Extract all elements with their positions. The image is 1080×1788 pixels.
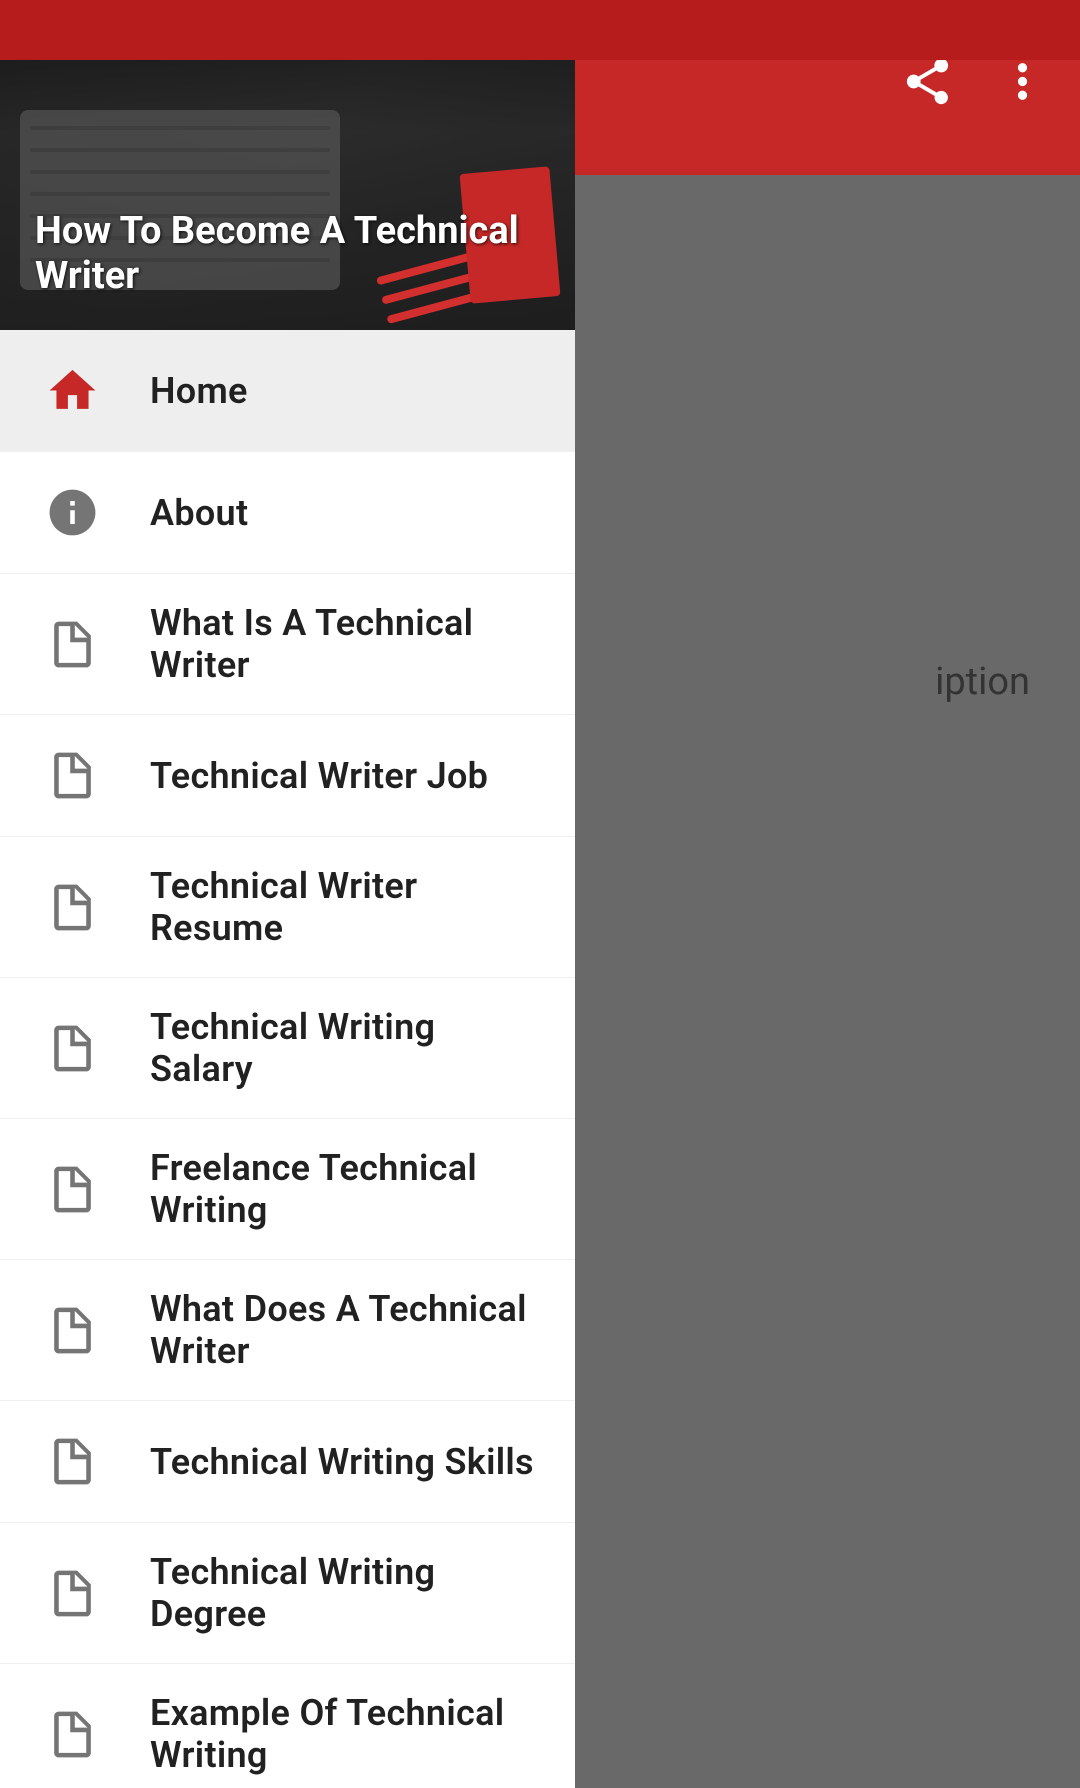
nav-label-what-is: What Is A Technical Writer [150, 602, 535, 686]
nav-item-about[interactable]: About [0, 452, 575, 574]
nav-item-what-is[interactable]: What Is A Technical Writer [0, 574, 575, 715]
nav-label-salary: Technical Writing Salary [150, 1006, 535, 1090]
nav-item-skills[interactable]: Technical Writing Skills [0, 1401, 575, 1523]
doc-icon-skills [40, 1429, 105, 1494]
doc-icon-salary [40, 1016, 105, 1081]
share-icon[interactable] [900, 54, 955, 122]
info-icon [40, 480, 105, 545]
nav-item-salary[interactable]: Technical Writing Salary [0, 978, 575, 1119]
nav-item-freelance[interactable]: Freelance Technical Writing [0, 1119, 575, 1260]
nav-label-skills: Technical Writing Skills [150, 1441, 534, 1483]
doc-icon-what-does [40, 1298, 105, 1363]
nav-items: Home About What Is A Technical Writer [0, 330, 575, 1788]
more-vert-icon[interactable] [995, 54, 1050, 122]
content-hint: iption [935, 660, 1030, 704]
doc-icon-what-is [40, 612, 105, 677]
nav-label-degree: Technical Writing Degree [150, 1551, 535, 1635]
doc-icon-example [40, 1702, 105, 1767]
nav-label-home: Home [150, 370, 248, 412]
status-bar [0, 0, 1080, 60]
nav-item-degree[interactable]: Technical Writing Degree [0, 1523, 575, 1664]
nav-label-example: Example Of Technical Writing [150, 1692, 535, 1776]
nav-label-job: Technical Writer Job [150, 755, 488, 797]
doc-icon-job [40, 743, 105, 808]
nav-item-job[interactable]: Technical Writer Job [0, 715, 575, 837]
drawer-header-title: How To Become A Technical Writer [35, 209, 575, 300]
nav-label-what-does: What Does A Technical Writer [150, 1288, 535, 1372]
nav-item-home[interactable]: Home [0, 330, 575, 452]
doc-icon-resume [40, 875, 105, 940]
nav-item-what-does[interactable]: What Does A Technical Writer [0, 1260, 575, 1401]
home-icon [40, 358, 105, 423]
nav-label-about: About [150, 492, 248, 534]
drawer-overlay[interactable]: iption [575, 0, 1080, 1788]
nav-item-resume[interactable]: Technical Writer Resume [0, 837, 575, 978]
nav-drawer: How To Become A Technical Writer Home Ab… [0, 0, 575, 1788]
doc-icon-degree [40, 1561, 105, 1626]
nav-label-freelance: Freelance Technical Writing [150, 1147, 535, 1231]
nav-item-example[interactable]: Example Of Technical Writing [0, 1664, 575, 1788]
header-icons [900, 54, 1050, 122]
doc-icon-freelance [40, 1157, 105, 1222]
nav-label-resume: Technical Writer Resume [150, 865, 535, 949]
